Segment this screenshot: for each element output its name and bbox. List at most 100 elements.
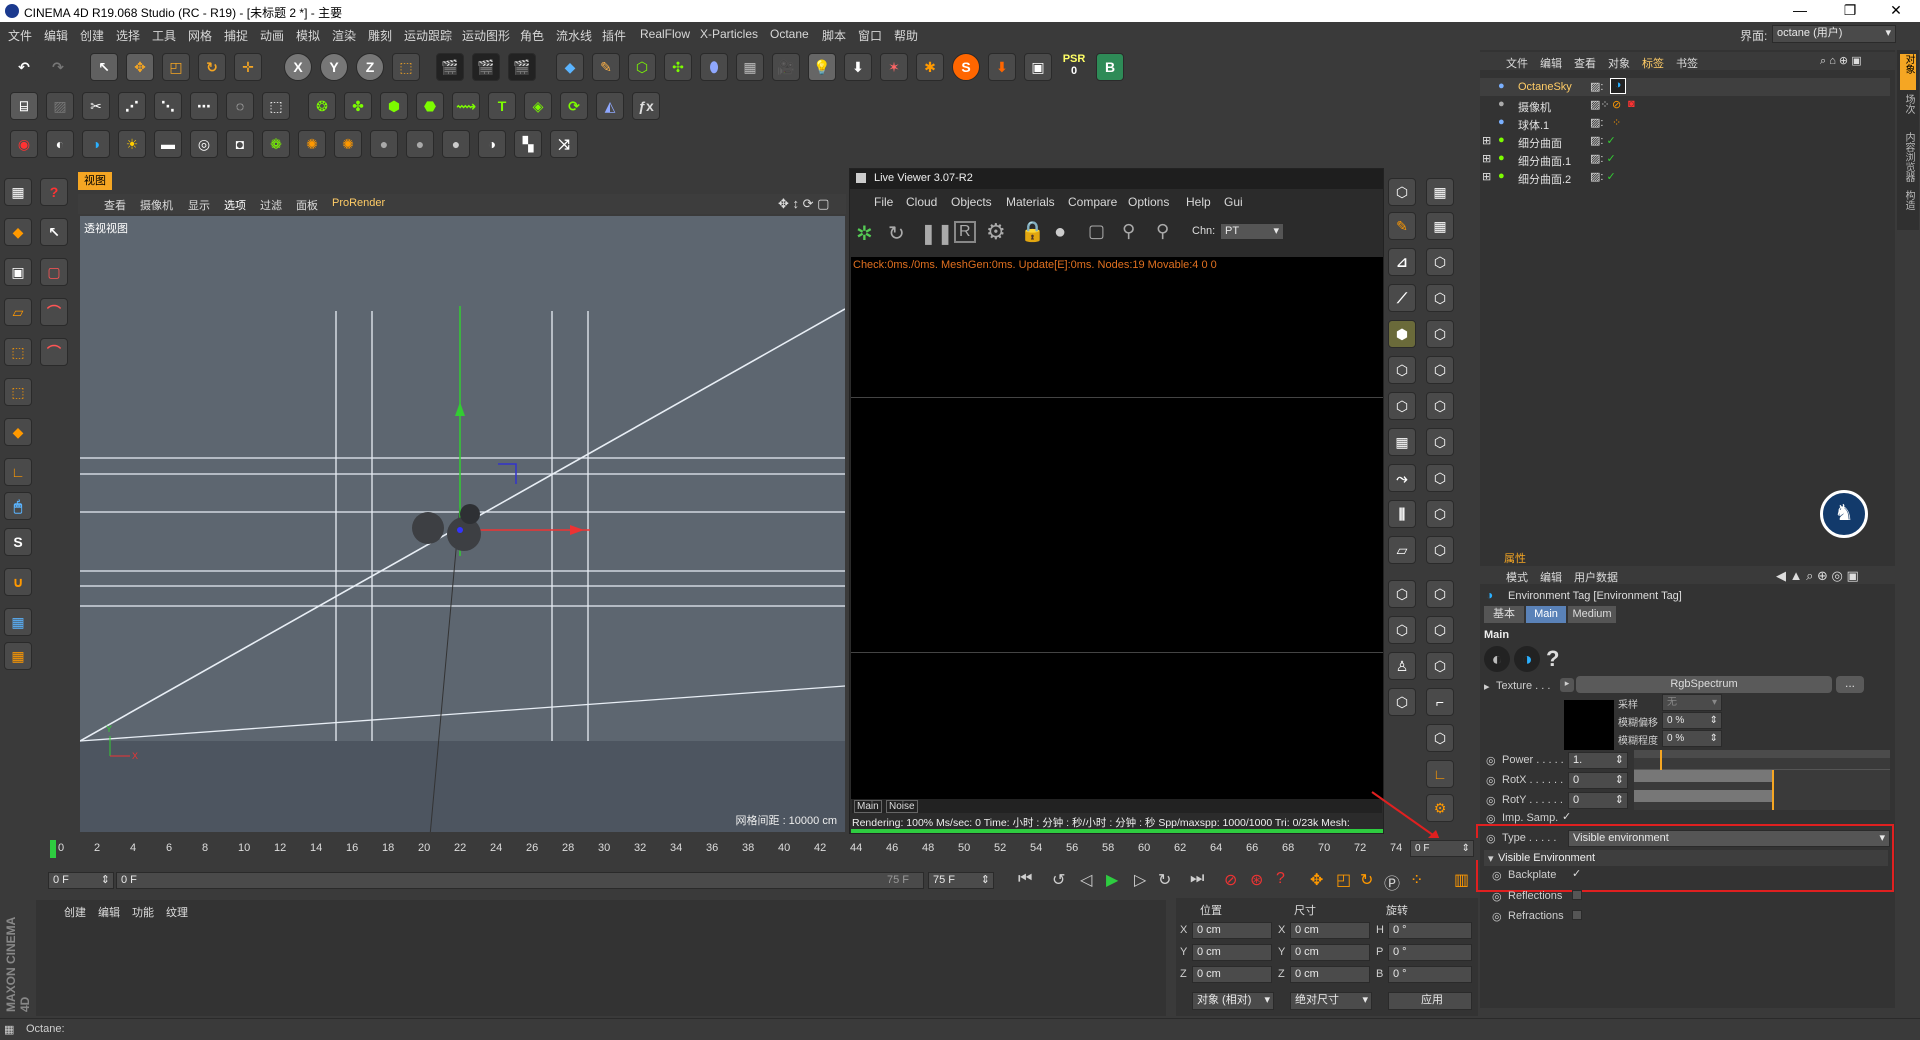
om-menu-tags[interactable]: 标签 (1642, 55, 1664, 71)
playhead[interactable] (50, 840, 56, 858)
lv-menu-help[interactable]: Help (1186, 195, 1211, 209)
apply-button[interactable]: 应用 (1388, 992, 1472, 1010)
side-tool-icon[interactable]: ▦ (1426, 212, 1454, 240)
menu-window[interactable]: 窗口 (858, 27, 882, 44)
tree-row[interactable]: ● 球体.1 ▨: ⁘ (1480, 114, 1890, 132)
side-gear-cube-icon[interactable]: ⚙ (1426, 794, 1454, 822)
om-menu-view[interactable]: 查看 (1574, 55, 1596, 71)
side-tool-icon[interactable]: ⬡ (1388, 616, 1416, 644)
rect-spline-icon[interactable]: ⬚ (262, 92, 290, 120)
menu-animate[interactable]: 动画 (260, 27, 284, 44)
deformer-icon[interactable]: ⬮ (700, 53, 728, 81)
tree-row[interactable]: ⊞ ● 细分曲面.2 ▨: ✓ (1480, 168, 1890, 186)
circle-spline-icon[interactable]: ◌ (226, 92, 254, 120)
octane-scatter-icon[interactable]: ❁ (262, 130, 290, 158)
rotx-anim-icon[interactable]: ◎ (1486, 774, 1496, 787)
side-brush-icon[interactable]: ✎ (1388, 212, 1416, 240)
side-tool-icon[interactable]: ⌐ (1426, 688, 1454, 716)
close-button[interactable]: ✕ (1876, 2, 1916, 19)
side-tab-objects[interactable]: 对象 (1900, 54, 1916, 90)
octane-vdb-icon[interactable]: ✺ (298, 130, 326, 158)
side-tool-icon[interactable]: ⬡ (1388, 356, 1416, 384)
bend-icon[interactable]: ◭ (596, 92, 624, 120)
side-tool-icon[interactable]: ▦ (1426, 178, 1454, 206)
drop-icon[interactable]: ⬇ (988, 53, 1016, 81)
left-checker-icon[interactable]: ▣ (4, 258, 32, 286)
side-tool-icon[interactable]: ⬡ (1426, 284, 1454, 312)
attr-tab-main[interactable]: Main (1526, 606, 1566, 623)
menu-pipeline[interactable]: 流水线 (556, 27, 592, 44)
roty-field[interactable]: 0 ⇕ (1568, 792, 1628, 809)
menu-mesh[interactable]: 网格 (188, 27, 212, 44)
drop-down-icon[interactable]: ⬇ (844, 53, 872, 81)
locked-workplane-icon[interactable]: ▦ (4, 642, 32, 670)
impsamp-checkbox[interactable]: ✓ (1562, 810, 1571, 823)
size-z-field[interactable]: 0 cm (1290, 966, 1370, 983)
pos-y-field[interactable]: 0 cm (1192, 944, 1272, 961)
side-tool-icon[interactable]: ⬡ (1426, 536, 1454, 564)
go-to-start-icon[interactable]: ⏮ (1018, 870, 1032, 888)
power-slider-handle[interactable] (1660, 750, 1662, 770)
transform-icon[interactable]: ✛ (234, 53, 262, 81)
stepper-icon[interactable]: ⇕ (1615, 753, 1624, 768)
edges-icon[interactable]: ⋱ (154, 92, 182, 120)
side-tool-icon[interactable]: ⬡ (1426, 428, 1454, 456)
size-x-field[interactable]: 0 cm (1290, 922, 1370, 939)
stepper-icon[interactable]: ⇕ (1710, 713, 1718, 728)
formula-icon[interactable]: ƒx (632, 92, 660, 120)
viewport-menu-view[interactable]: 查看 (104, 197, 126, 213)
poly-select-icon[interactable]: ⌒ (40, 338, 68, 366)
environment-tag-icon[interactable]: ◑ (1610, 78, 1626, 94)
visible-env-section[interactable]: ▾ Visible Environment (1484, 850, 1888, 866)
side-tool-icon[interactable]: ⬡ (1426, 464, 1454, 492)
menu-mograph[interactable]: 运动图形 (462, 27, 510, 44)
layout-select[interactable]: octane (用户) ▾ (1772, 25, 1896, 43)
timeline-ruler[interactable]: 0 2 4 6 8 10 12 14 16 18 20 22 24 26 28 30 32 34 36 38 40 42 4… (48, 838, 1478, 860)
lv-tab-main[interactable]: Main (854, 800, 882, 813)
left-points-icon[interactable]: ⬚ (4, 338, 32, 366)
sphere-object[interactable] (412, 512, 444, 544)
pos-x-field[interactable]: 0 cm (1192, 922, 1272, 939)
help-icon[interactable]: ? (40, 178, 68, 206)
visibility-icon[interactable]: ▨: (1590, 116, 1603, 129)
visibility-icon[interactable]: ▨⁘ (1590, 98, 1610, 111)
left-edges-icon[interactable]: ⬚ (4, 378, 32, 406)
render-view-icon[interactable]: 🎬 (436, 53, 464, 81)
workplane-icon[interactable]: ▦ (4, 608, 32, 636)
size-mode-select[interactable]: 绝对尺寸 ▾ (1290, 992, 1372, 1010)
blur-degree-field[interactable]: 0 % ⇕ (1662, 730, 1722, 747)
start-frame-field[interactable]: 0 F ⇕ (48, 872, 114, 889)
xparticles-icon[interactable]: ✱ (916, 53, 944, 81)
tree-row[interactable]: ⊞ ● 细分曲面.1 ▨: ✓ (1480, 150, 1890, 168)
lv-menu-file[interactable]: File (874, 195, 893, 209)
mat-menu-create[interactable]: 创建 (64, 904, 86, 920)
array-icon[interactable]: ✣ (664, 53, 692, 81)
lv-pick-material-icon[interactable]: ⚲ (1156, 221, 1169, 242)
x-axis-arrow[interactable] (570, 525, 584, 535)
prev-key-icon[interactable]: ↺ (1052, 870, 1065, 890)
octane-material-3-icon[interactable]: ● (442, 130, 470, 158)
tree-row[interactable]: ⊞ ● 细分曲面 ▨: ✓ (1480, 132, 1890, 150)
coord-mode-select[interactable]: 对象 (相对) ▾ (1192, 992, 1274, 1010)
menu-simulate[interactable]: 模拟 (296, 27, 320, 44)
blur-offset-field[interactable]: 0 % ⇕ (1662, 712, 1722, 729)
left-cube-icon[interactable]: ◆ (4, 218, 32, 246)
knife-icon[interactable]: ✂ (82, 92, 110, 120)
mat-menu-texture[interactable]: 纹理 (166, 904, 188, 920)
current-frame-field[interactable]: 0 F ⇕ (1410, 840, 1474, 857)
minimize-button[interactable]: — (1780, 2, 1820, 18)
rot-p-field[interactable]: 0 ° (1388, 944, 1472, 961)
extrude-icon[interactable]: ◈ (524, 92, 552, 120)
scale-icon[interactable]: ◰ (162, 53, 190, 81)
side-tool-icon[interactable]: ⤳ (1388, 464, 1416, 492)
rotx-field[interactable]: 0 ⇕ (1568, 772, 1628, 789)
axis-y-button[interactable]: Y (320, 53, 348, 81)
rotx-slider[interactable] (1634, 770, 1890, 790)
side-tool-icon[interactable]: ⬢ (1388, 320, 1416, 348)
octane-target-icon[interactable]: ◎ (190, 130, 218, 158)
octane-camera-tag-icon[interactable]: ◙ (1628, 98, 1635, 110)
side-tool-icon[interactable]: ⬡ (1388, 178, 1416, 206)
octane-arealight-icon[interactable]: ▬ (154, 130, 182, 158)
lv-material-ball-icon[interactable]: ● (1054, 221, 1066, 244)
lv-tab-noise[interactable]: Noise (886, 800, 918, 813)
